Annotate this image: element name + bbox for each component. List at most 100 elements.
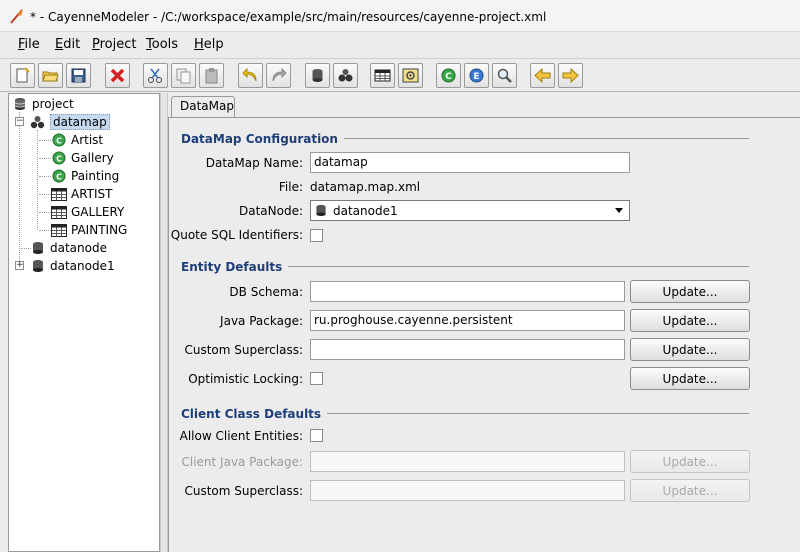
toolbar: C E xyxy=(0,58,800,92)
save-button[interactable] xyxy=(66,63,91,88)
file-label: File: xyxy=(278,180,303,194)
client-custom-superclass-update-button[interactable]: Update... xyxy=(630,479,750,502)
navigate-back-button[interactable] xyxy=(530,63,555,88)
tree-item-objentity[interactable]: C Artist xyxy=(51,131,103,149)
navigate-forward-icon xyxy=(562,67,579,84)
db-schema-update-button[interactable]: Update... xyxy=(630,280,750,303)
tree-item-dbentity[interactable]: GALLERY xyxy=(51,203,124,221)
tree-item-objentity[interactable]: C Painting xyxy=(51,167,119,185)
tree-label: ARTIST xyxy=(71,187,113,201)
dbentity-table-icon xyxy=(51,204,67,220)
create-objentity-button[interactable]: C xyxy=(436,63,461,88)
svg-text:C: C xyxy=(56,173,62,182)
tab-strip: DataMap xyxy=(168,93,800,117)
expand-toggle[interactable]: + xyxy=(15,261,24,270)
datanode-select[interactable]: datanode1 xyxy=(310,200,630,221)
tree-item-dbentity[interactable]: PAINTING xyxy=(51,221,127,239)
datamap-name-field[interactable]: datamap xyxy=(310,152,630,173)
cut-button[interactable] xyxy=(143,63,168,88)
cayenne-feather-icon xyxy=(10,9,23,24)
chevron-down-icon xyxy=(615,208,623,213)
tree-item-datamap[interactable]: datamap xyxy=(30,113,110,131)
copy-button[interactable] xyxy=(171,63,196,88)
split-pane-divider[interactable] xyxy=(160,93,168,552)
create-embeddable-button[interactable]: E xyxy=(464,63,489,88)
project-tree[interactable]: project − datamap C Artist C Gallery C P… xyxy=(8,93,160,552)
create-datamap-icon xyxy=(338,69,353,82)
db-schema-label: DB Schema: xyxy=(229,285,303,299)
menu-project[interactable]: Project xyxy=(92,37,137,52)
datamap-name-label: DataMap Name: xyxy=(205,156,303,170)
client-java-package-field[interactable] xyxy=(310,451,625,472)
create-dbentity-button[interactable] xyxy=(370,63,395,88)
db-schema-field[interactable] xyxy=(310,281,625,302)
create-embeddable-icon: E xyxy=(469,68,484,83)
file-value: datamap.map.xml xyxy=(310,180,421,194)
menu-edit[interactable]: Edit xyxy=(55,37,80,52)
paste-button[interactable] xyxy=(199,63,224,88)
tree-connector xyxy=(39,158,51,159)
svg-text:C: C xyxy=(56,137,62,146)
tree-item-datanode1[interactable]: datanode1 xyxy=(30,257,115,275)
client-custom-superclass-field[interactable] xyxy=(310,480,625,501)
window-title: * - CayenneModeler - /C:/workspace/examp… xyxy=(30,10,547,24)
open-project-button[interactable] xyxy=(38,63,63,88)
java-package-update-button[interactable]: Update... xyxy=(630,309,750,332)
project-icon xyxy=(12,96,28,112)
datanode-icon xyxy=(30,258,46,274)
paste-icon xyxy=(205,68,218,84)
java-package-label: Java Package: xyxy=(220,314,303,328)
section-title-entity-defaults: Entity Defaults xyxy=(181,260,289,274)
custom-superclass-update-button[interactable]: Update... xyxy=(630,338,750,361)
title-bar: * - CayenneModeler - /C:/workspace/examp… xyxy=(0,0,800,32)
tree-label: Painting xyxy=(71,169,120,183)
quote-sql-checkbox[interactable] xyxy=(310,229,323,242)
tree-item-objentity[interactable]: C Gallery xyxy=(51,149,114,167)
copy-icon xyxy=(176,68,191,84)
svg-text:C: C xyxy=(56,155,62,164)
tree-label: PAINTING xyxy=(71,223,128,237)
menu-help[interactable]: Help xyxy=(194,37,224,52)
menu-file[interactable]: File xyxy=(18,37,40,52)
optimistic-locking-update-button[interactable]: Update... xyxy=(630,367,750,390)
tree-connector xyxy=(19,112,20,267)
create-dbentity-icon xyxy=(374,69,391,82)
undo-icon xyxy=(242,67,257,82)
menu-tools[interactable]: Tools xyxy=(146,37,178,52)
optimistic-locking-label: Optimistic Locking: xyxy=(188,372,303,386)
tree-connector xyxy=(39,230,51,231)
dbentity-table-icon xyxy=(51,186,67,202)
tree-label: Artist xyxy=(71,133,104,147)
collapse-toggle[interactable]: − xyxy=(15,117,24,126)
create-procedure-button[interactable] xyxy=(398,63,423,88)
client-java-package-update-button[interactable]: Update... xyxy=(630,450,750,473)
java-package-field[interactable]: ru.proghouse.cayenne.persistent xyxy=(310,310,625,331)
allow-client-entities-checkbox[interactable] xyxy=(310,429,323,442)
optimistic-locking-checkbox[interactable] xyxy=(310,372,323,385)
tree-label: project xyxy=(32,97,74,111)
new-project-button[interactable] xyxy=(10,63,35,88)
tree-item-project[interactable]: project xyxy=(12,95,74,113)
redo-button[interactable] xyxy=(266,63,291,88)
save-icon xyxy=(71,68,86,83)
navigate-forward-button[interactable] xyxy=(558,63,583,88)
undo-button[interactable] xyxy=(238,63,263,88)
datamap-editor: DataMap Configuration DataMap Name: data… xyxy=(168,117,800,552)
create-datanode-button[interactable] xyxy=(305,63,330,88)
create-datamap-button[interactable] xyxy=(333,63,358,88)
svg-text:C: C xyxy=(445,72,452,82)
create-query-button[interactable] xyxy=(492,63,517,88)
create-objentity-icon: C xyxy=(441,68,456,83)
custom-superclass-label: Custom Superclass: xyxy=(184,343,303,357)
custom-superclass-field[interactable] xyxy=(310,339,625,360)
tree-item-datanode[interactable]: datanode xyxy=(30,239,107,257)
remove-button[interactable] xyxy=(105,63,130,88)
redo-icon xyxy=(272,67,287,82)
navigate-back-icon xyxy=(534,67,551,84)
datanode-icon xyxy=(316,204,326,217)
tab-datamap[interactable]: DataMap xyxy=(171,96,235,117)
tree-item-dbentity[interactable]: ARTIST xyxy=(51,185,113,203)
objentity-icon: C xyxy=(51,168,67,184)
quote-sql-label: Quote SQL Identifiers: xyxy=(170,228,303,242)
tree-connector xyxy=(37,130,38,230)
